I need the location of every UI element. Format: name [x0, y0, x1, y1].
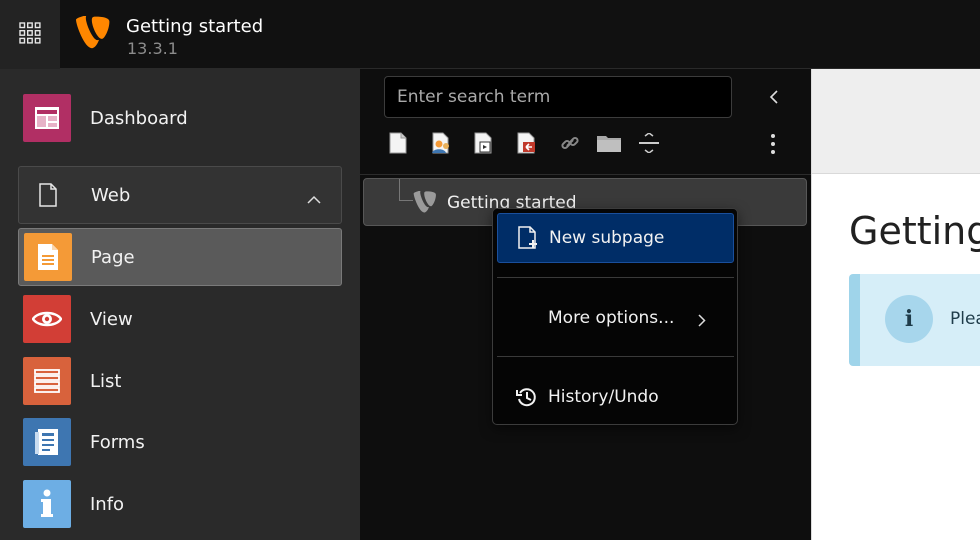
menu-item-more-options[interactable]: More options... — [497, 293, 734, 343]
chevron-left-icon[interactable] — [762, 85, 784, 109]
menu-item-new-subpage[interactable]: New subpage — [497, 213, 734, 263]
callout-text: Plea — [950, 309, 980, 329]
new-external-link-icon[interactable] — [513, 129, 541, 157]
tree-separator — [360, 174, 811, 175]
file-icon — [24, 171, 72, 219]
info-callout: i Plea — [849, 274, 980, 366]
forms-icon — [23, 418, 71, 466]
new-page-user-icon[interactable] — [427, 129, 455, 157]
divider-icon[interactable] — [635, 129, 663, 157]
menu-item-label: New subpage — [549, 228, 665, 248]
module-label: List — [90, 370, 122, 392]
module-label: Forms — [90, 431, 145, 453]
new-subpage-icon — [515, 226, 541, 250]
module-list[interactable]: List — [18, 352, 342, 410]
history-icon — [514, 386, 540, 408]
chevron-right-icon — [698, 312, 706, 331]
apps-menu-button[interactable] — [0, 0, 60, 69]
menu-item-history-undo[interactable]: History/Undo — [497, 372, 734, 422]
module-label: Dashboard — [90, 107, 188, 129]
info-circle-icon: i — [885, 295, 933, 343]
kebab-icon[interactable] — [763, 131, 783, 157]
dashboard-icon — [23, 94, 71, 142]
content-area: Getting i Plea — [811, 69, 980, 540]
new-page-icon[interactable] — [384, 129, 412, 157]
context-menu: New subpage More options... History/Undo — [492, 208, 738, 425]
tree-search-input[interactable] — [384, 76, 732, 118]
module-label: Page — [91, 246, 135, 268]
module-page[interactable]: Page — [18, 228, 342, 286]
content-docheader — [812, 69, 980, 174]
module-label: Info — [90, 493, 125, 515]
module-menu: Dashboard Web Page View List Forms Info — [0, 69, 360, 540]
new-shortcut-icon[interactable] — [470, 129, 498, 157]
page-module-icon — [24, 233, 72, 281]
typo3-logo-icon[interactable] — [76, 14, 110, 56]
module-dashboard[interactable]: Dashboard — [18, 89, 342, 147]
menu-divider — [497, 356, 734, 357]
menu-item-label: More options... — [548, 308, 675, 328]
topbar: Getting started 13.3.1 — [0, 0, 980, 69]
link-icon[interactable] — [556, 129, 584, 157]
site-title: Getting started — [126, 16, 264, 37]
page-title: Getting — [849, 209, 980, 253]
grid-icon — [19, 21, 41, 48]
tree-connector — [399, 179, 413, 201]
module-label: Web — [91, 184, 131, 206]
list-icon — [23, 357, 71, 405]
module-info[interactable]: Info — [18, 475, 342, 533]
eye-icon — [23, 295, 71, 343]
module-group-web[interactable]: Web — [18, 166, 342, 224]
module-label: View — [90, 308, 133, 330]
info-icon — [23, 480, 71, 528]
menu-divider — [497, 277, 734, 278]
site-version: 13.3.1 — [127, 39, 178, 58]
folder-icon[interactable] — [595, 129, 623, 157]
chevron-up-icon[interactable] — [307, 189, 321, 208]
typo3-gray-icon — [413, 190, 437, 219]
module-view[interactable]: View — [18, 290, 342, 348]
menu-item-label: History/Undo — [548, 387, 659, 407]
module-forms[interactable]: Forms — [18, 413, 342, 471]
